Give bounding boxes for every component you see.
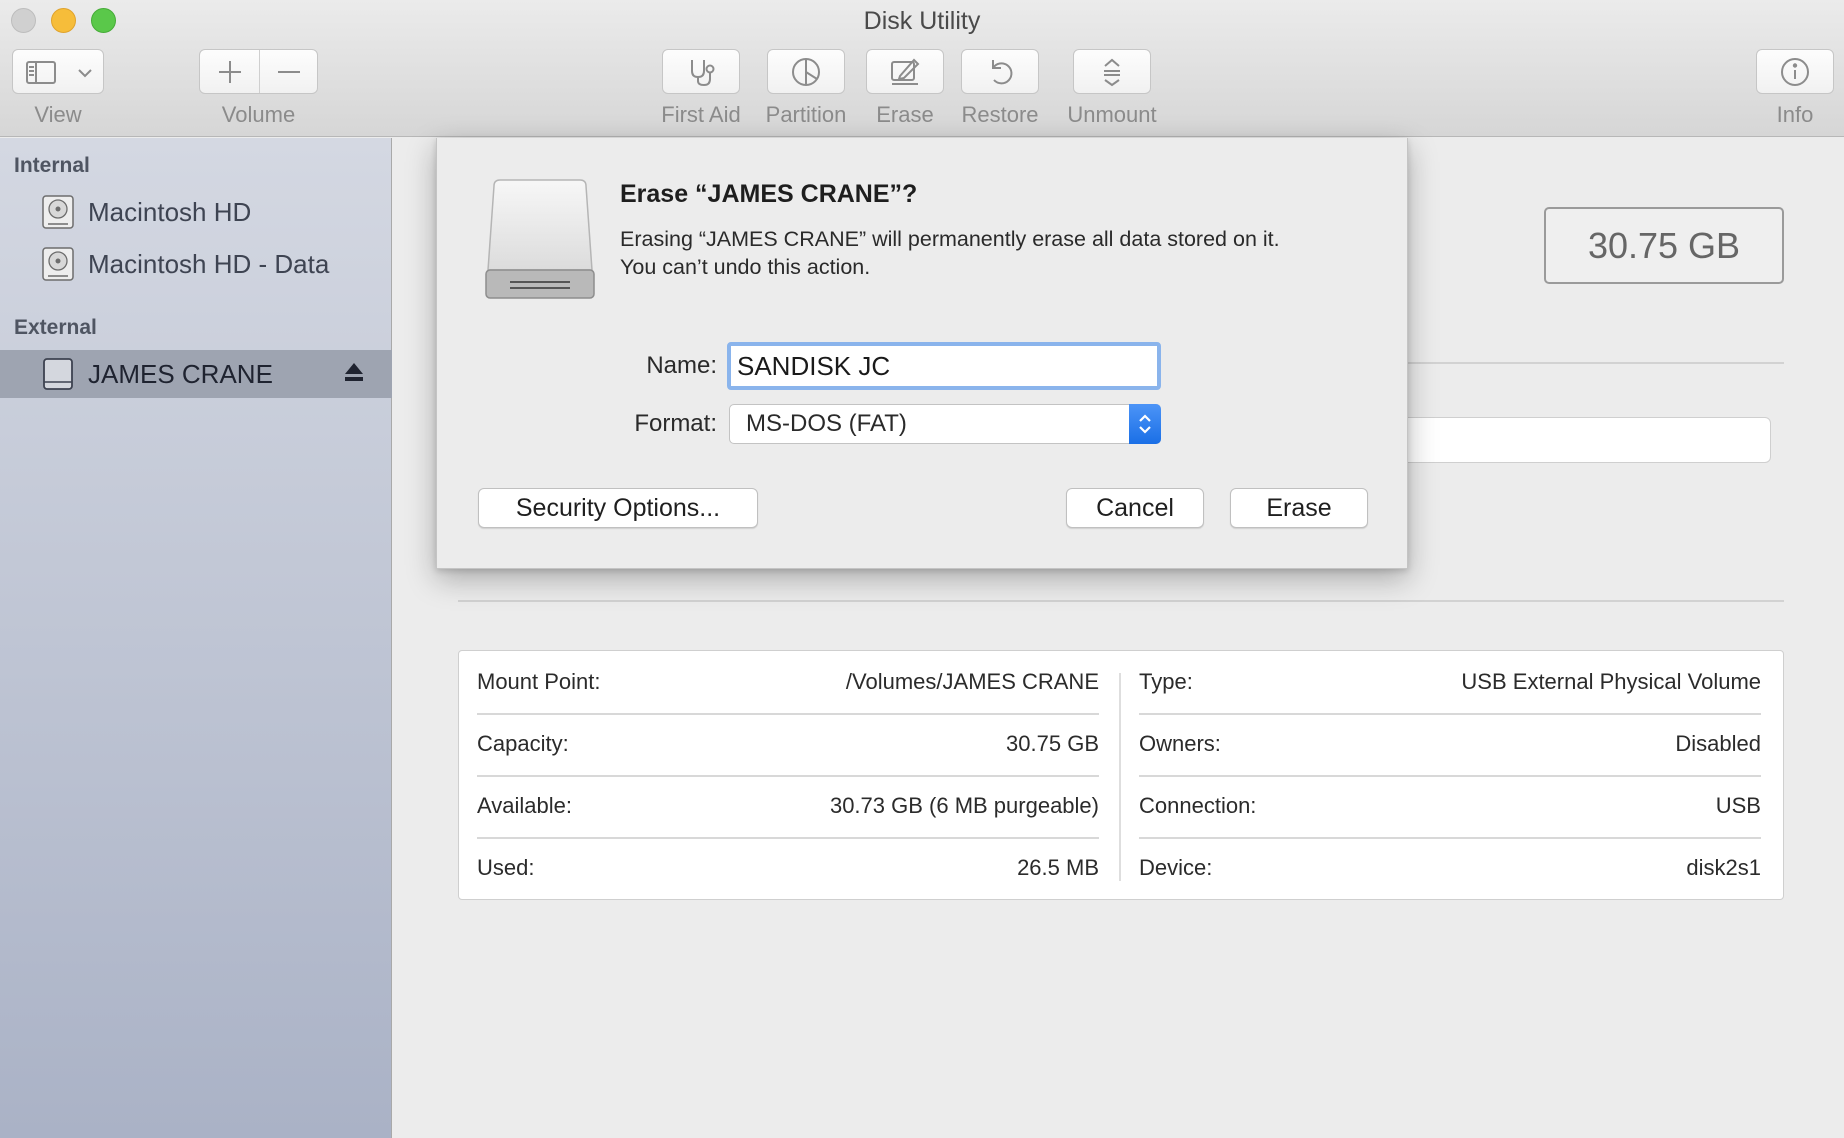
first-aid-label: First Aid (661, 102, 741, 127)
first-aid-button[interactable] (662, 49, 740, 94)
info-row-device: Device: disk2s1 (1139, 837, 1761, 899)
format-label: Format: (634, 410, 717, 437)
dialog-title: Erase “JAMES CRANE”? (620, 180, 918, 208)
volume-segmented-control (199, 49, 318, 94)
internal-disk-icon (42, 195, 74, 229)
unmount-icon (1104, 58, 1120, 86)
info-key: Capacity: (477, 731, 569, 756)
restore-label: Restore (961, 102, 1039, 127)
erase-dialog: Erase “JAMES CRANE”? Erasing “JAMES CRAN… (436, 138, 1408, 569)
erase-label: Erase (876, 102, 934, 127)
info-value: USB (1715, 793, 1761, 818)
add-volume-button[interactable] (200, 50, 259, 93)
internal-disk-icon (42, 247, 74, 281)
dialog-message: Erasing “JAMES CRANE” will permanently e… (620, 225, 1280, 281)
external-drive-icon (485, 179, 595, 299)
plus-icon (218, 60, 241, 83)
dialog-message-line-1: Erasing “JAMES CRANE” will permanently e… (620, 227, 1280, 251)
view-button[interactable] (12, 49, 104, 94)
column-divider (1119, 673, 1121, 881)
info-row-used: Used: 26.5 MB (477, 837, 1099, 899)
info-key: Owners: (1139, 731, 1221, 756)
info-value: disk2s1 (1686, 855, 1761, 880)
info-table: Mount Point: /Volumes/JAMES CRANE Capaci… (458, 650, 1784, 900)
sidebar-item-label: Macintosh HD (88, 196, 252, 227)
info-value: USB External Physical Volume (1461, 669, 1761, 694)
info-value: /Volumes/JAMES CRANE (845, 669, 1099, 694)
info-value: 30.73 GB (6 MB purgeable) (829, 793, 1099, 818)
title-bar: Disk Utility View Volume First Aid Parti… (0, 0, 1844, 137)
erase-toolbar-button[interactable] (866, 49, 944, 94)
info-value: 26.5 MB (1017, 855, 1099, 880)
view-label: View (34, 102, 82, 127)
partition-button[interactable] (767, 49, 845, 94)
info-key: Connection: (1139, 793, 1257, 818)
sidebar-item-label: JAMES CRANE (88, 358, 273, 389)
info-row-connection: Connection: USB (1139, 775, 1761, 837)
info-value: 30.75 GB (1006, 731, 1099, 756)
sidebar-item-james-crane[interactable]: JAMES CRANE (0, 350, 392, 398)
info-key: Available: (477, 793, 572, 818)
info-row-owners: Owners: Disabled (1139, 713, 1761, 775)
info-key: Type: (1139, 669, 1193, 694)
name-label: Name: (646, 352, 717, 379)
restore-arrow-icon (992, 59, 1013, 84)
sidebar-item-macintosh-hd-data[interactable]: Macintosh HD - Data (0, 240, 392, 288)
info-row-capacity: Capacity: 30.75 GB (477, 713, 1099, 775)
unmount-label: Unmount (1067, 102, 1157, 127)
sidebar-toggle-icon (26, 61, 56, 84)
sidebar-section-internal: Internal (14, 154, 90, 177)
eject-icon[interactable] (344, 361, 364, 383)
format-select-value: MS-DOS (FAT) (746, 410, 907, 437)
sidebar-item-macintosh-hd[interactable]: Macintosh HD (0, 188, 392, 236)
unmount-button[interactable] (1073, 49, 1151, 94)
partition-label: Partition (765, 102, 847, 127)
info-icon (1781, 57, 1809, 86)
name-input[interactable] (727, 342, 1161, 390)
info-label: Info (1776, 102, 1814, 127)
info-key: Used: (477, 855, 535, 880)
stepper-arrows-icon (1129, 404, 1161, 444)
format-select[interactable]: MS-DOS (FAT) (729, 404, 1161, 444)
chevron-down-icon (78, 69, 92, 78)
info-key: Device: (1139, 855, 1213, 880)
cancel-button[interactable]: Cancel (1066, 488, 1204, 528)
remove-volume-button[interactable] (260, 50, 318, 93)
divider (458, 600, 1784, 602)
erase-button[interactable]: Erase (1230, 488, 1368, 528)
security-options-button[interactable]: Security Options... (478, 488, 758, 528)
usage-bar (1380, 417, 1771, 463)
stethoscope-icon (691, 59, 715, 86)
restore-button[interactable] (961, 49, 1039, 94)
info-button[interactable] (1756, 49, 1834, 94)
info-value: Disabled (1675, 731, 1761, 756)
info-row-available: Available: 30.73 GB (6 MB purgeable) (477, 775, 1099, 837)
info-row-mount-point: Mount Point: /Volumes/JAMES CRANE (477, 651, 1099, 713)
pie-chart-icon (792, 57, 820, 86)
eraser-icon (891, 58, 920, 85)
dialog-message-line-2: You can’t undo this action. (620, 255, 871, 279)
sidebar: Internal Macintosh HD Macintosh HD - Dat… (0, 138, 392, 1138)
divider (1408, 362, 1784, 364)
sidebar-section-external: External (14, 316, 97, 339)
sidebar-item-label: Macintosh HD - Data (88, 248, 330, 279)
volume-label: Volume (221, 102, 296, 127)
info-key: Mount Point: (477, 669, 601, 694)
window-title: Disk Utility (863, 7, 981, 35)
capacity-display: 30.75 GB (1544, 207, 1784, 284)
minus-icon (278, 70, 300, 73)
external-disk-icon (43, 358, 73, 390)
info-row-type: Type: USB External Physical Volume (1139, 651, 1761, 713)
